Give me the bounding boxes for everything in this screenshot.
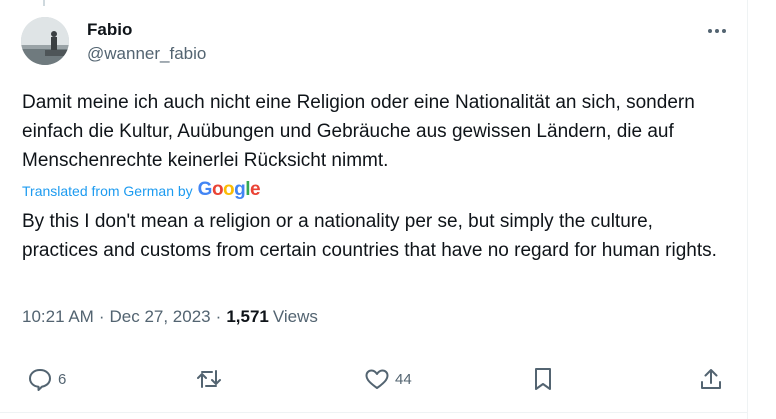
reply-count: 6	[58, 370, 67, 388]
google-logo-letter: G	[197, 179, 213, 200]
bookmark-button[interactable]	[532, 366, 554, 392]
bookmark-icon	[535, 368, 551, 390]
tweet-bottom-divider	[0, 412, 748, 413]
views-label: Views	[272, 307, 318, 326]
avatar-photo	[21, 17, 69, 65]
more-icon	[708, 29, 726, 33]
thread-connector-line	[43, 0, 45, 6]
more-options-button[interactable]	[700, 18, 734, 44]
avatar[interactable]	[21, 17, 69, 65]
tweet-translated-text: By this I don't mean a religion or a nat…	[22, 211, 717, 261]
translation-attribution[interactable]: Translated from German by Google	[22, 179, 261, 202]
reply-button[interactable]: 6	[27, 366, 66, 392]
google-logo-letter: o	[223, 179, 235, 200]
translation-label: Translated from German by	[22, 183, 193, 199]
meta-separator: ·	[215, 307, 222, 326]
tweet-meta: 10:21 AM · Dec 27, 2023 · 1,571 Views	[22, 305, 318, 329]
google-logo-letter: o	[211, 179, 224, 200]
column-divider	[747, 0, 748, 419]
google-logo-letter: e	[250, 179, 261, 200]
google-logo-letter: g	[234, 179, 246, 200]
like-button[interactable]: 44	[364, 366, 412, 392]
google-logo: Google	[197, 179, 261, 201]
like-count: 44	[395, 370, 412, 388]
author-handle[interactable]: @wanner_fabio	[87, 44, 206, 64]
retweet-icon	[197, 370, 221, 388]
share-icon	[701, 369, 721, 389]
share-button[interactable]	[699, 366, 723, 392]
meta-separator: ·	[98, 307, 105, 326]
tweet-original-text: Damit meine ich auch nicht eine Religion…	[22, 92, 695, 171]
heart-icon	[365, 369, 389, 389]
reply-icon	[29, 369, 51, 391]
tweet-time[interactable]: 10:21 AM	[22, 307, 94, 327]
author-display-name[interactable]: Fabio	[87, 20, 132, 40]
tweet-date[interactable]: Dec 27, 2023	[110, 307, 211, 327]
views-count: 1,571	[226, 307, 269, 326]
retweet-button[interactable]	[196, 366, 227, 392]
